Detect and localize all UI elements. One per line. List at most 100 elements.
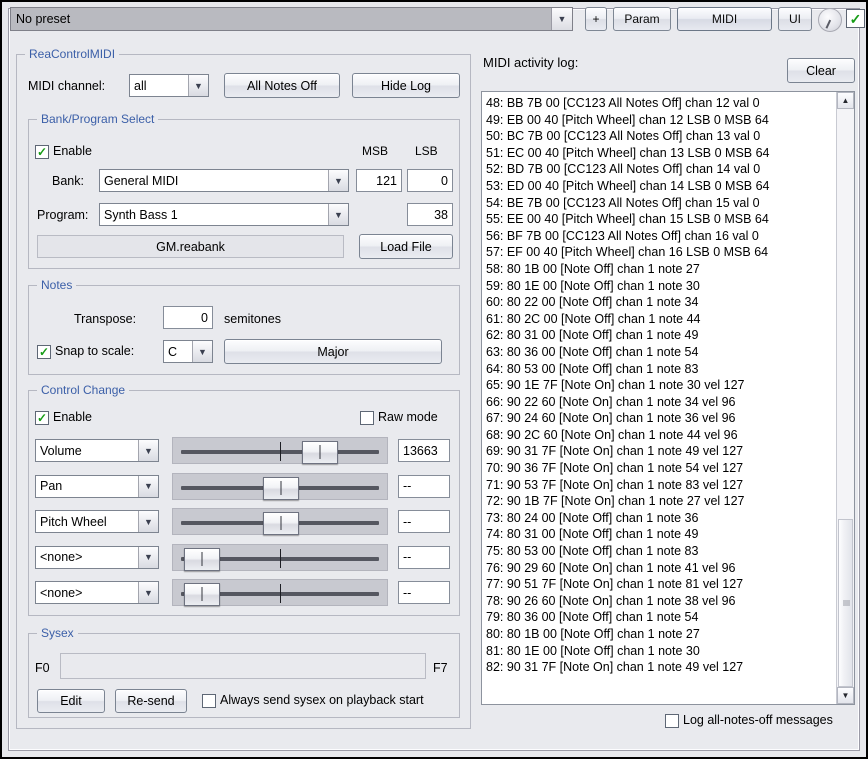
midi-log-line: 79: 80 36 00 [Note Off] chan 1 note 54 (486, 609, 837, 626)
param-button[interactable]: Param (613, 7, 671, 31)
snap-to-scale-checkbox[interactable]: ✓ (37, 345, 51, 359)
chevron-down-icon[interactable]: ▼ (138, 476, 158, 497)
slider-thumb[interactable] (184, 583, 220, 606)
midi-log-line: 54: BE 7B 00 [CC123 All Notes Off] chan … (486, 195, 837, 212)
midi-log-line: 66: 90 22 60 [Note On] chan 1 note 34 ve… (486, 394, 837, 411)
slider-thumb[interactable] (184, 548, 220, 571)
midi-log-line: 72: 90 1B 7F [Note On] chan 1 note 27 ve… (486, 493, 837, 510)
control-change-enable-checkbox[interactable]: ✓ (35, 411, 49, 425)
midi-log-line: 65: 90 1E 7F [Note On] chan 1 note 30 ve… (486, 377, 837, 394)
hide-log-button[interactable]: Hide Log (352, 73, 460, 98)
clear-log-button[interactable]: Clear (787, 58, 855, 83)
slider-thumb[interactable] (302, 441, 338, 464)
scroll-down-icon[interactable]: ▼ (837, 687, 854, 704)
always-send-sysex-checkbox[interactable] (202, 694, 216, 708)
preset-dropdown[interactable]: No preset ▼ (10, 7, 573, 31)
midi-log-line: 60: 80 22 00 [Note Off] chan 1 note 34 (486, 294, 837, 311)
bank-lsb-field[interactable]: 0 (407, 169, 453, 192)
bank-program-enable-checkbox[interactable]: ✓ (35, 145, 49, 159)
bypass-checkbox[interactable]: ✓ (846, 9, 865, 28)
midi-log-line: 71: 90 53 7F [Note On] chan 1 note 83 ve… (486, 477, 837, 494)
cc-select-4[interactable]: <none>▼ (35, 581, 159, 604)
reacontrolmidi-group-title: ReaControlMIDI (25, 47, 119, 61)
midi-log-line: 51: EC 00 40 [Pitch Wheel] chan 13 LSB 0… (486, 145, 837, 162)
midi-log-line: 80: 80 1B 00 [Note Off] chan 1 note 27 (486, 626, 837, 643)
chevron-down-icon[interactable]: ▼ (551, 8, 572, 30)
slider-center-mark (280, 584, 281, 603)
cc-value-field-1[interactable]: -- (398, 475, 450, 498)
midi-log-line: 81: 80 1E 00 [Note Off] chan 1 note 30 (486, 643, 837, 660)
cc-select-0[interactable]: Volume▼ (35, 439, 159, 462)
midi-log-line: 69: 90 31 7F [Note On] chan 1 note 49 ve… (486, 443, 837, 460)
slider-thumb[interactable] (263, 477, 299, 500)
chevron-down-icon[interactable]: ▼ (138, 582, 158, 603)
cc-select-value: <none> (36, 586, 138, 600)
midi-log-line: 67: 90 24 60 [Note On] chan 1 note 36 ve… (486, 410, 837, 427)
midi-log-line: 82: 90 31 7F [Note On] chan 1 note 49 ve… (486, 659, 837, 676)
chevron-down-icon[interactable]: ▼ (192, 341, 212, 362)
scrollbar-thumb[interactable] (838, 519, 853, 687)
midi-button[interactable]: MIDI (677, 7, 772, 31)
midi-log-line: 57: EF 00 40 [Pitch Wheel] chan 16 LSB 0… (486, 244, 837, 261)
midi-channel-dropdown[interactable]: all ▼ (129, 74, 209, 97)
midi-log-line: 61: 80 2C 00 [Note Off] chan 1 note 44 (486, 311, 837, 328)
cc-value-field-3[interactable]: -- (398, 546, 450, 569)
midi-log-line: 56: BF 7B 00 [CC123 All Notes Off] chan … (486, 228, 837, 245)
midi-activity-log[interactable]: 48: BB 7B 00 [CC123 All Notes Off] chan … (481, 91, 855, 705)
cc-slider-3[interactable] (172, 544, 388, 571)
bank-dropdown[interactable]: General MIDI ▼ (99, 169, 349, 192)
transpose-field[interactable]: 0 (163, 306, 213, 329)
ui-button[interactable]: UI (778, 7, 812, 31)
bank-msb-field[interactable]: 121 (356, 169, 402, 192)
bank-program-group-title: Bank/Program Select (37, 112, 158, 126)
log-all-notes-off-checkbox[interactable] (665, 714, 679, 728)
semitones-label: semitones (224, 312, 281, 326)
reacontrolmidi-window: No preset ▼ + Param MIDI UI ✓ ReaControl… (0, 0, 868, 759)
add-preset-button[interactable]: + (585, 7, 607, 31)
midi-log-line: 58: 80 1B 00 [Note Off] chan 1 note 27 (486, 261, 837, 278)
program-number-field[interactable]: 38 (407, 203, 453, 226)
check-icon: ✓ (37, 412, 47, 424)
cc-slider-0[interactable] (172, 437, 388, 464)
transpose-label: Transpose: (74, 312, 136, 326)
scroll-up-icon[interactable]: ▲ (837, 92, 854, 109)
chevron-down-icon[interactable]: ▼ (188, 75, 208, 96)
snap-to-scale-label: Snap to scale: (55, 344, 134, 358)
sysex-edit-button[interactable]: Edit (37, 689, 105, 713)
log-scrollbar[interactable]: ▲ ▼ (836, 92, 854, 704)
sysex-data-field[interactable] (60, 653, 426, 679)
sysex-resend-button[interactable]: Re-send (115, 689, 187, 713)
wet-dry-knob[interactable] (818, 8, 842, 32)
slider-center-mark (280, 442, 281, 461)
cc-select-3[interactable]: <none>▼ (35, 546, 159, 569)
slider-thumb[interactable] (263, 512, 299, 535)
cc-slider-1[interactable] (172, 473, 388, 500)
midi-log-line: 70: 90 36 7F [Note On] chan 1 note 54 ve… (486, 460, 837, 477)
program-label: Program: (37, 208, 88, 222)
cc-select-1[interactable]: Pan▼ (35, 475, 159, 498)
chevron-down-icon[interactable]: ▼ (138, 511, 158, 532)
cc-value-field-2[interactable]: -- (398, 510, 450, 533)
chevron-down-icon[interactable]: ▼ (328, 204, 348, 225)
midi-log-line: 55: EE 00 40 [Pitch Wheel] chan 15 LSB 0… (486, 211, 837, 228)
slider-center-mark (280, 549, 281, 568)
midi-log-line: 75: 80 53 00 [Note Off] chan 1 note 83 (486, 543, 837, 560)
scale-key-dropdown[interactable]: C ▼ (163, 340, 213, 363)
midi-log-line: 48: BB 7B 00 [CC123 All Notes Off] chan … (486, 95, 837, 112)
midi-activity-log-title: MIDI activity log: (483, 55, 578, 70)
cc-value-field-0[interactable]: 13663 (398, 439, 450, 462)
chevron-down-icon[interactable]: ▼ (328, 170, 348, 191)
cc-slider-4[interactable] (172, 579, 388, 606)
all-notes-off-button[interactable]: All Notes Off (224, 73, 340, 98)
sysex-f0-label: F0 (35, 661, 50, 675)
cc-select-2[interactable]: Pitch Wheel▼ (35, 510, 159, 533)
scale-type-button[interactable]: Major (224, 339, 442, 364)
load-file-button[interactable]: Load File (359, 234, 453, 259)
cc-value-field-4[interactable]: -- (398, 581, 450, 604)
chevron-down-icon[interactable]: ▼ (138, 440, 158, 461)
raw-mode-checkbox[interactable] (360, 411, 374, 425)
cc-slider-2[interactable] (172, 508, 388, 535)
program-dropdown[interactable]: Synth Bass 1 ▼ (99, 203, 349, 226)
chevron-down-icon[interactable]: ▼ (138, 547, 158, 568)
bank-program-enable-label: Enable (53, 144, 92, 158)
